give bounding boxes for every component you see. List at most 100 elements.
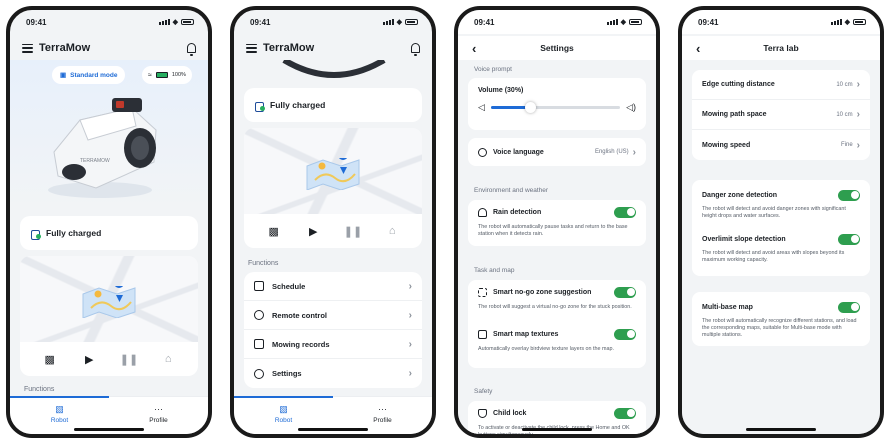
textures-toggle[interactable]: [614, 328, 636, 340]
mowing-speed-row[interactable]: Mowing speed Fine ›: [692, 130, 870, 160]
rain-row: Rain detection: [468, 200, 646, 224]
volume-slider[interactable]: [490, 102, 621, 113]
chevron-right-icon: ›: [856, 139, 860, 151]
danger-zone-label: Danger zone detection: [702, 191, 778, 199]
terra-lab-header: ‹ Terra lab: [682, 36, 880, 60]
status-icons: ◆: [158, 18, 194, 26]
rain-card: Rain detection The robot will automatica…: [468, 200, 646, 246]
status-icons: ◆: [382, 18, 418, 26]
status-bar: 09:41 ◆: [10, 10, 208, 34]
folded-map-icon: [306, 158, 360, 190]
slope-label: Overlimit slope detection: [702, 235, 786, 243]
robot-battery-pct: 100%: [171, 72, 186, 78]
multi-base-label: Multi-base map: [702, 303, 753, 311]
back-arrow-icon[interactable]: ‹: [472, 41, 476, 56]
wifi-icon: ◆: [172, 19, 178, 26]
function-label: Mowing records: [272, 339, 330, 349]
mode-label: Standard mode: [70, 71, 118, 79]
phone-terra-lab: 09:41 ◆ ‹ Terra lab Edge cutting distanc…: [678, 6, 884, 438]
multi-base-card: Multi-base map The robot will automatica…: [692, 292, 870, 346]
nogo-toggle[interactable]: [614, 286, 636, 298]
battery-icon: [853, 19, 866, 25]
slope-toggle[interactable]: [838, 233, 860, 245]
home-indicator: [74, 428, 144, 431]
robot-battery-icon: [155, 72, 168, 78]
volume-label: Volume (30%): [478, 86, 524, 94]
notification-bell-icon[interactable]: [187, 43, 196, 56]
functions-heading: Functions: [24, 386, 55, 393]
gamepad-icon: [254, 310, 264, 320]
function-settings[interactable]: Settings ›: [244, 359, 422, 388]
rain-description: The robot will automatically pause tasks…: [478, 224, 628, 237]
settings-header: ‹ Settings: [458, 36, 656, 60]
more-dots-icon: ···: [154, 404, 163, 414]
volume-card: Volume (30%) ◁ ◁): [468, 78, 646, 130]
volume-knob[interactable]: [524, 102, 536, 113]
menu-icon[interactable]: [22, 43, 33, 53]
map-card[interactable]: ▩ ▶ ❚❚ ⌂: [244, 128, 422, 248]
play-icon[interactable]: ▶: [304, 225, 322, 238]
signal-icon: [606, 19, 618, 25]
voice-language-label: Voice language: [493, 148, 544, 156]
pause-icon[interactable]: ❚❚: [344, 225, 362, 238]
section-environment: Environment and weather: [474, 187, 549, 194]
textures-row: Smart map textures: [468, 322, 646, 346]
status-card[interactable]: Fully charged: [20, 216, 198, 250]
status-text: Fully charged: [270, 100, 326, 110]
status-bar: 09:41 ◆: [682, 10, 880, 34]
detection-card: Danger zone detection The robot will det…: [692, 180, 870, 276]
mode-selector[interactable]: ▣ Standard mode: [52, 66, 126, 84]
rain-toggle[interactable]: [614, 206, 636, 218]
multi-base-row: Multi-base map: [692, 296, 870, 318]
section-voice-prompt: Voice prompt: [474, 66, 512, 73]
edge-cutting-value: 10 cm: [836, 81, 853, 88]
status-bar: 09:41 ◆: [234, 10, 432, 34]
menu-icon[interactable]: [246, 43, 257, 53]
dock-station-icon[interactable]: ▩: [265, 225, 283, 238]
folded-map-icon: [82, 286, 136, 318]
volume-slider-row: ◁ ◁): [468, 102, 646, 113]
child-lock-label: Child lock: [493, 409, 527, 417]
textures-label: Smart map textures: [493, 330, 559, 338]
mowing-speed-label: Mowing speed: [702, 141, 751, 149]
voice-language-row[interactable]: Voice language English (US) ›: [468, 138, 646, 166]
edge-cutting-row[interactable]: Edge cutting distance 10 cm ›: [692, 70, 870, 100]
function-schedule[interactable]: Schedule ›: [244, 272, 422, 301]
status-card[interactable]: Fully charged: [244, 88, 422, 122]
child-lock-description: To activate or deactivate the child lock…: [478, 425, 630, 438]
pause-icon[interactable]: ❚❚: [120, 353, 138, 366]
chevron-right-icon: ›: [856, 109, 860, 120]
map-card[interactable]: ▩ ▶ ❚❚ ⌂: [20, 256, 198, 376]
status-time: 09:41: [474, 17, 495, 27]
back-arrow-icon[interactable]: ‹: [696, 41, 700, 56]
home-indicator: [298, 428, 368, 431]
danger-zone-toggle[interactable]: [838, 189, 860, 201]
child-lock-toggle[interactable]: [614, 407, 636, 419]
function-mowing-records[interactable]: Mowing records ›: [244, 330, 422, 359]
rain-cloud-icon: [478, 207, 487, 217]
wifi-icon: ◆: [396, 19, 402, 26]
phone-home: 09:41 ◆ TerraMow ▣ Standard mode ≈ 100%: [6, 6, 212, 438]
function-remote-control[interactable]: Remote control ›: [244, 301, 422, 330]
volume-row: Volume (30%): [468, 78, 646, 102]
records-icon: [254, 339, 264, 349]
multi-base-toggle[interactable]: [838, 301, 860, 313]
notification-bell-icon[interactable]: [411, 43, 420, 56]
app-header: TerraMow: [10, 36, 208, 60]
home-icon[interactable]: ⌂: [159, 353, 177, 365]
battery-icon: [629, 19, 642, 25]
status-text: Fully charged: [46, 228, 102, 238]
nogo-row: Smart no-go zone suggestion: [468, 280, 646, 304]
path-space-row[interactable]: Mowing path space 10 cm ›: [692, 100, 870, 130]
status-time: 09:41: [698, 17, 719, 27]
dock-station-icon[interactable]: ▩: [41, 353, 59, 366]
voice-language-card[interactable]: Voice language English (US) ›: [468, 138, 646, 166]
task-map-card: Smart no-go zone suggestion The robot wi…: [468, 280, 646, 368]
play-icon[interactable]: ▶: [80, 353, 98, 366]
tab-robot-label: Robot: [50, 417, 69, 424]
home-icon[interactable]: ⌂: [383, 225, 401, 237]
wifi-icon: ◆: [620, 19, 626, 26]
functions-list: Schedule › Remote control › Mowing recor…: [244, 272, 422, 388]
signal-icon: [158, 19, 170, 25]
battery-icon: [405, 19, 418, 25]
